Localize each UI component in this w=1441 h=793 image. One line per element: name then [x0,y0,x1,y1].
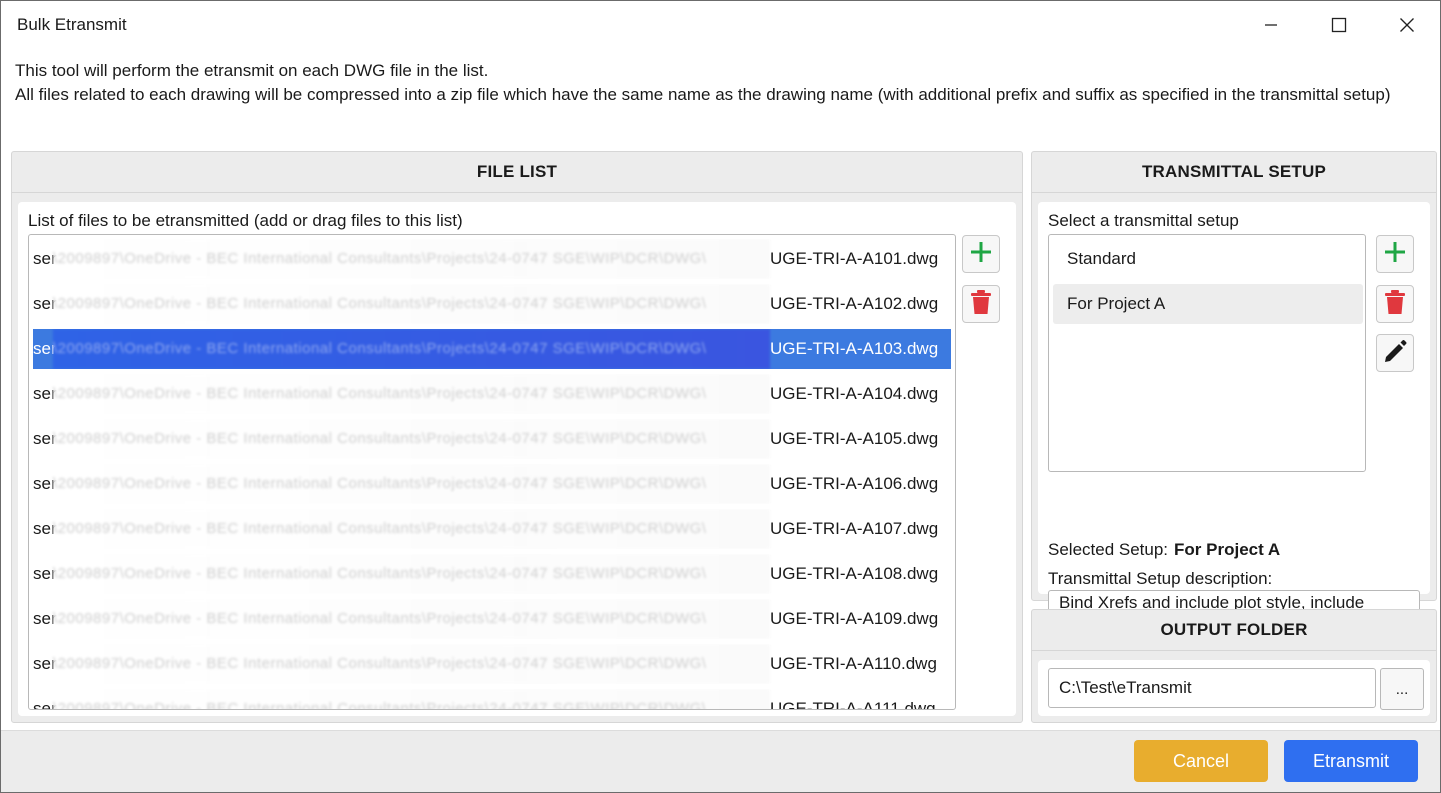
title-bar: Bulk Etransmit [1,1,1440,49]
minimize-button[interactable] [1237,1,1305,49]
output-folder-panel: OUTPUT FOLDER ... [1031,609,1437,723]
plus-icon [969,240,993,269]
etransmit-button[interactable]: Etransmit [1284,740,1418,782]
output-folder-body: ... [1038,660,1430,716]
file-name: UGE-TRI-A-A107.dwg [770,519,939,538]
intro-text: This tool will perform the etransmit on … [15,59,1415,107]
close-button[interactable] [1373,1,1440,49]
file-name: UGE-TRI-A-A103.dwg [770,339,939,358]
browse-folder-button[interactable]: ... [1380,668,1424,710]
file-list-item[interactable]: ser \2009897\OneDrive - BEC International… [33,374,951,414]
file-name: UGE-TRI-A-A109.dwg [770,609,939,628]
transmittal-setup-panel: TRANSMITTAL SETUP Select a transmittal s… [1031,151,1437,636]
file-list-item[interactable]: ser \2009897\OneDrive - BEC International… [33,464,951,504]
setup-item-for-project-a[interactable]: For Project A [1053,284,1363,324]
transmittal-setup-body: Select a transmittal setup Standard For … [1038,202,1430,636]
selected-setup-value: For Project A [1174,540,1281,559]
plus-icon [1383,240,1407,269]
file-name: UGE-TRI-A-A102.dwg [770,294,939,313]
output-folder-header: OUTPUT FOLDER [1032,610,1436,651]
file-list-item[interactable]: ser \2009897\OneDrive - BEC International… [33,284,951,324]
file-name: UGE-TRI-A-A108.dwg [770,564,939,583]
selected-setup-label: Selected Setup: [1048,540,1169,559]
file-path-redacted: \2009897\OneDrive - BEC International Co… [53,419,770,459]
file-path-redacted: \2009897\OneDrive - BEC International Co… [53,554,770,594]
remove-file-button[interactable] [962,285,1000,323]
file-list-header: FILE LIST [12,152,1022,193]
transmittal-setup-listbox[interactable]: Standard For Project A [1048,234,1366,472]
file-name: UGE-TRI-A-A111.dwg [770,699,936,710]
file-list-panel: FILE LIST List of files to be etransmitt… [11,151,1023,723]
maximize-button[interactable] [1305,1,1373,49]
window-title: Bulk Etransmit [17,15,127,34]
intro-line-1: This tool will perform the etransmit on … [15,61,489,80]
transmittal-setup-label: Select a transmittal setup [1048,211,1239,230]
file-list-item[interactable]: ser \2009897\OneDrive - BEC International… [33,419,951,459]
file-path-redacted: \2009897\OneDrive - BEC International Co… [53,689,770,709]
file-path-redacted: \2009897\OneDrive - BEC International Co… [53,284,770,324]
setup-description-label: Transmittal Setup description: [1048,569,1273,588]
output-folder-input[interactable] [1048,668,1376,708]
transmittal-setup-header: TRANSMITTAL SETUP [1032,152,1436,193]
close-icon [1399,17,1415,33]
maximize-icon [1331,17,1347,33]
file-name: UGE-TRI-A-A101.dwg [770,249,939,268]
selected-setup-row: Selected Setup: For Project A [1048,540,1280,560]
file-path-redacted: \2009897\OneDrive - BEC International Co… [53,644,770,684]
add-file-button[interactable] [962,235,1000,273]
file-list-item[interactable]: ser \2009897\OneDrive - BEC International… [33,599,951,639]
file-list-item[interactable]: ser \2009897\OneDrive - BEC International… [33,644,951,684]
file-name: UGE-TRI-A-A110.dwg [770,654,937,673]
intro-line-2: All files related to each drawing will b… [15,85,1391,104]
bulk-etransmit-window: Bulk Etransmit This tool will perform th… [0,0,1441,793]
minimize-icon [1263,17,1279,33]
file-path-redacted: \2009897\OneDrive - BEC International Co… [53,464,770,504]
add-setup-button[interactable] [1376,235,1414,273]
delete-setup-button[interactable] [1376,285,1414,323]
footer-bar: Cancel Etransmit [1,730,1440,792]
setup-item-standard[interactable]: Standard [1053,239,1363,279]
file-list-item[interactable]: ser \2009897\OneDrive - BEC International… [33,239,951,279]
file-list-label: List of files to be etransmitted (add or… [28,211,463,230]
file-path-redacted: \2009897\OneDrive - BEC International Co… [53,509,770,549]
pencil-icon [1382,338,1408,369]
file-path-redacted: \2009897\OneDrive - BEC International Co… [53,599,770,639]
file-listbox[interactable]: ser \2009897\OneDrive - BEC International… [28,234,956,710]
file-name: UGE-TRI-A-A106.dwg [770,474,939,493]
file-list-item[interactable]: ser \2009897\OneDrive - BEC International… [33,329,951,369]
file-path-redacted: \2009897\OneDrive - BEC International Co… [53,239,770,279]
file-path-redacted: \2009897\OneDrive - BEC International Co… [53,374,770,414]
trash-icon [1384,289,1406,320]
file-name: UGE-TRI-A-A105.dwg [770,429,939,448]
file-name: UGE-TRI-A-A104.dwg [770,384,939,403]
cancel-button[interactable]: Cancel [1134,740,1268,782]
file-list-item[interactable]: ser \2009897\OneDrive - BEC International… [33,689,951,710]
edit-setup-button[interactable] [1376,334,1414,372]
file-path-redacted: \2009897\OneDrive - BEC International Co… [53,329,770,369]
trash-icon [970,289,992,320]
file-list-item[interactable]: ser \2009897\OneDrive - BEC International… [33,509,951,549]
file-list-item[interactable]: ser \2009897\OneDrive - BEC International… [33,554,951,594]
file-list-body: List of files to be etransmitted (add or… [18,202,1016,716]
